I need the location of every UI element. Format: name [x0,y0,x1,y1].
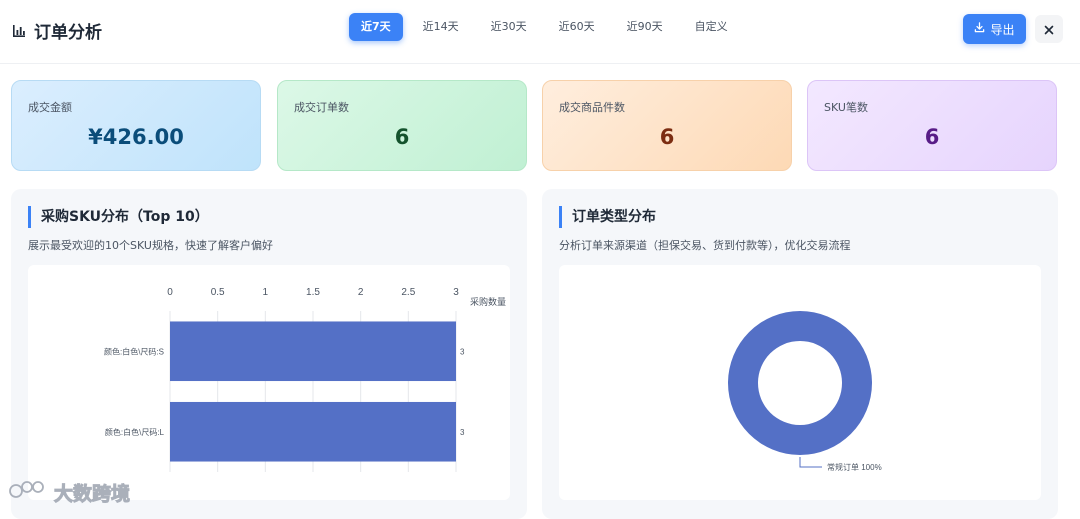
metric-card-items: 成交商品件数 6 [542,80,792,171]
bar-chart-icon [12,24,26,38]
tab-30-days[interactable]: 近30天 [479,13,539,41]
watermark-text: 大数跨境 [53,483,131,506]
tab-14-days[interactable]: 近14天 [411,13,471,41]
date-range-tabs: 近7天 近14天 近30天 近60天 近90天 自定义 [349,13,748,41]
bar-chart-card: 0 0.5 1 1.5 2 2.5 3 采购数量颜色:白色\尺码:S 3 颜色:白色\尺码:L 3 [28,265,510,500]
x-tick-label: 0 [167,287,173,298]
metric-card-amount: 成交金额 ¥426.00 [11,80,261,171]
metric-value: 6 [394,125,410,149]
metric-label: 成交订单数 [294,101,349,114]
x-tick-label: 1 [263,287,269,298]
watermark: 大数跨境 [8,478,131,507]
metric-card-orders: 成交订单数 6 [277,80,527,171]
title-group: 订单分析 [12,18,102,43]
sku-bar-chart: 0 0.5 1 1.5 2 2.5 3 采购数量颜色:白色\尺码:S 3 颜色:白色\尺码:L 3 [104,287,506,472]
axis-name: 采购数量 [470,296,506,307]
panel-title: 订单类型分布 [559,206,656,228]
metric-label: 成交商品件数 [559,101,625,114]
page-title: 订单分析 [34,23,102,43]
bar [170,401,456,462]
export-button[interactable]: 导出 [963,14,1026,44]
metric-card-sku: SKU笔数 6 [807,80,1057,171]
panel-subtitle: 展示最受欢迎的10个SKU规格，快速了解客户偏好 [28,239,273,252]
order-type-panel: 订单类型分布 分析订单来源渠道（担保交易、货到付款等），优化交易流程 常规订单 … [542,189,1058,519]
donut-chart-card: 常规订单 100% [559,265,1041,500]
category-label: 颜色:白色\尺码:L [105,427,165,437]
metric-value: 6 [659,125,675,149]
slice-label: 常规订单 100% [827,462,882,472]
pie-slice [728,311,872,455]
metric-label: SKU笔数 [824,101,868,114]
category-label: 颜色:白色\尺码:S [104,346,164,356]
metric-label: 成交金额 [28,101,72,114]
x-tick-label: 0.5 [211,287,225,298]
metric-value: 6 [924,125,940,149]
x-tick-label: 3 [453,287,459,298]
export-label: 导出 [990,22,1015,37]
watermark-logo-icon [8,478,50,507]
label-leader-line [799,457,822,468]
sku-distribution-panel: 采购SKU分布（Top 10） 展示最受欢迎的10个SKU规格，快速了解客户偏好… [11,189,527,519]
close-icon [1044,20,1054,39]
tab-60-days[interactable]: 近60天 [547,13,607,41]
header-bar: 订单分析 近7天 近14天 近30天 近60天 近90天 自定义 导出 [0,0,1080,64]
tab-7-days[interactable]: 近7天 [349,13,403,41]
x-tick-label: 2.5 [401,287,415,298]
x-tick-label: 2 [358,287,364,298]
bar [170,321,456,382]
tab-90-days[interactable]: 近90天 [615,13,675,41]
panel-title: 采购SKU分布（Top 10） [28,206,209,228]
data-label: 3 [460,428,465,437]
order-type-donut-chart: 常规订单 100% [728,311,882,472]
panel-subtitle: 分析订单来源渠道（担保交易、货到付款等），优化交易流程 [559,239,851,252]
close-button[interactable] [1035,15,1063,43]
tab-custom[interactable]: 自定义 [683,13,740,41]
data-label: 3 [460,347,465,356]
x-tick-label: 1.5 [306,287,320,298]
metric-value: ¥426.00 [88,125,184,149]
download-icon [974,22,985,36]
